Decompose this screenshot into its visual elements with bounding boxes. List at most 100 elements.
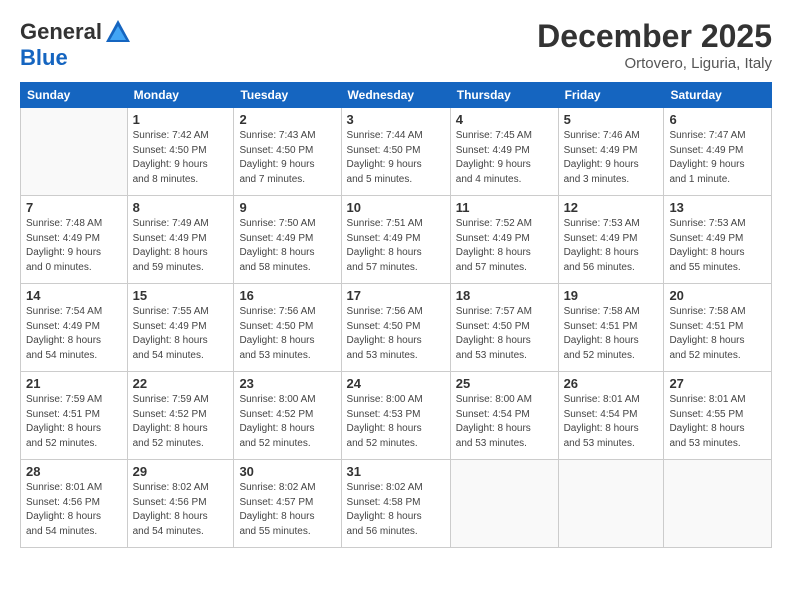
day-info: Sunrise: 8:00 AMSunset: 4:52 PMDaylight:… [239,393,335,451]
day-info: Sunrise: 7:43 AMSunset: 4:50 PMDaylight:… [239,129,335,187]
col-header-thursday: Thursday [450,83,558,108]
calendar-cell [558,460,664,548]
day-info: Sunrise: 7:45 AMSunset: 4:49 PMDaylight:… [456,129,553,187]
day-number: 9 [239,200,335,215]
day-number: 8 [133,200,229,215]
calendar-cell: 14Sunrise: 7:54 AMSunset: 4:49 PMDayligh… [21,284,128,372]
day-number: 25 [456,376,553,391]
title-block: December 2025 Ortovero, Liguria, Italy [537,18,772,72]
day-info: Sunrise: 7:47 AMSunset: 4:49 PMDaylight:… [669,129,766,187]
logo-icon [104,18,132,46]
day-info: Sunrise: 8:01 AMSunset: 4:54 PMDaylight:… [564,393,659,451]
day-number: 28 [26,464,122,479]
calendar-cell: 21 Sunrise: 7:59 AMSunset: 4:51 PMDayligh… [21,372,128,460]
calendar-cell: 25 Sunrise: 8:00 AMSunset: 4:54 PMDayligh… [450,372,558,460]
calendar-cell: 15Sunrise: 7:55 AMSunset: 4:49 PMDayligh… [127,284,234,372]
day-number: 20 [669,288,766,303]
day-number: 21 [26,376,122,391]
calendar-week-row: 14Sunrise: 7:54 AMSunset: 4:49 PMDayligh… [21,284,772,372]
calendar-cell: 5 Sunrise: 7:46 AMSunset: 4:49 PMDaylight… [558,108,664,196]
month-title: December 2025 [537,18,772,55]
calendar-cell: 11Sunrise: 7:52 AMSunset: 4:49 PMDayligh… [450,196,558,284]
calendar-cell: 1 Sunrise: 7:42 AMSunset: 4:50 PMDaylight… [127,108,234,196]
day-info: Sunrise: 7:42 AMSunset: 4:50 PMDaylight:… [133,129,229,187]
day-info: Sunrise: 8:02 AMSunset: 4:57 PMDaylight:… [239,481,335,539]
calendar-cell: 27Sunrise: 8:01 AMSunset: 4:55 PMDayligh… [664,372,772,460]
calendar-week-row: 21 Sunrise: 7:59 AMSunset: 4:51 PMDayligh… [21,372,772,460]
calendar-cell: 7 Sunrise: 7:48 AMSunset: 4:49 PMDaylight… [21,196,128,284]
day-info: Sunrise: 7:48 AMSunset: 4:49 PMDaylight:… [26,217,122,275]
calendar-cell: 22 Sunrise: 7:59 AMSunset: 4:52 PMDayligh… [127,372,234,460]
header: General Blue December 2025 Ortovero, Lig… [20,18,772,72]
calendar-cell: 17Sunrise: 7:56 AMSunset: 4:50 PMDayligh… [341,284,450,372]
location: Ortovero, Liguria, Italy [537,55,772,72]
calendar-cell: 18Sunrise: 7:57 AMSunset: 4:50 PMDayligh… [450,284,558,372]
day-number: 26 [564,376,659,391]
day-number: 5 [564,112,659,127]
day-number: 1 [133,112,229,127]
calendar-cell: 4 Sunrise: 7:45 AMSunset: 4:49 PMDaylight… [450,108,558,196]
day-number: 22 [133,376,229,391]
day-number: 17 [347,288,445,303]
logo-blue-text: Blue [20,45,68,70]
day-number: 27 [669,376,766,391]
calendar-cell [450,460,558,548]
calendar-header-row: SundayMondayTuesdayWednesdayThursdayFrid… [21,83,772,108]
calendar-cell: 2 Sunrise: 7:43 AMSunset: 4:50 PMDaylight… [234,108,341,196]
col-header-wednesday: Wednesday [341,83,450,108]
day-info: Sunrise: 7:46 AMSunset: 4:49 PMDaylight:… [564,129,659,187]
calendar-cell: 19Sunrise: 7:58 AMSunset: 4:51 PMDayligh… [558,284,664,372]
col-header-monday: Monday [127,83,234,108]
day-info: Sunrise: 7:58 AMSunset: 4:51 PMDaylight:… [669,305,766,363]
day-info: Sunrise: 7:53 AMSunset: 4:49 PMDaylight:… [564,217,659,275]
day-number: 29 [133,464,229,479]
day-number: 3 [347,112,445,127]
day-info: Sunrise: 7:52 AMSunset: 4:49 PMDaylight:… [456,217,553,275]
col-header-tuesday: Tuesday [234,83,341,108]
calendar-cell: 10 Sunrise: 7:51 AMSunset: 4:49 PMDayligh… [341,196,450,284]
day-info: Sunrise: 8:00 AMSunset: 4:54 PMDaylight:… [456,393,553,451]
day-number: 19 [564,288,659,303]
calendar-cell: 9 Sunrise: 7:50 AMSunset: 4:49 PMDaylight… [234,196,341,284]
day-info: Sunrise: 8:00 AMSunset: 4:53 PMDaylight:… [347,393,445,451]
day-info: Sunrise: 7:44 AMSunset: 4:50 PMDaylight:… [347,129,445,187]
calendar-cell: 16 Sunrise: 7:56 AMSunset: 4:50 PMDayligh… [234,284,341,372]
calendar-cell: 3 Sunrise: 7:44 AMSunset: 4:50 PMDaylight… [341,108,450,196]
day-info: Sunrise: 7:59 AMSunset: 4:52 PMDaylight:… [133,393,229,451]
calendar-cell: 13 Sunrise: 7:53 AMSunset: 4:49 PMDayligh… [664,196,772,284]
day-info: Sunrise: 7:56 AMSunset: 4:50 PMDaylight:… [239,305,335,363]
day-info: Sunrise: 7:59 AMSunset: 4:51 PMDaylight:… [26,393,122,451]
day-info: Sunrise: 8:02 AMSunset: 4:56 PMDaylight:… [133,481,229,539]
day-info: Sunrise: 7:51 AMSunset: 4:49 PMDaylight:… [347,217,445,275]
day-number: 13 [669,200,766,215]
day-number: 10 [347,200,445,215]
logo-general-text: General [20,20,102,44]
calendar-week-row: 28 Sunrise: 8:01 AMSunset: 4:56 PMDayligh… [21,460,772,548]
day-number: 7 [26,200,122,215]
day-info: Sunrise: 7:57 AMSunset: 4:50 PMDaylight:… [456,305,553,363]
day-number: 14 [26,288,122,303]
day-number: 2 [239,112,335,127]
day-number: 16 [239,288,335,303]
day-number: 24 [347,376,445,391]
calendar-cell: 30Sunrise: 8:02 AMSunset: 4:57 PMDayligh… [234,460,341,548]
calendar-cell: 8Sunrise: 7:49 AMSunset: 4:49 PMDaylight… [127,196,234,284]
day-number: 4 [456,112,553,127]
day-number: 15 [133,288,229,303]
day-number: 31 [347,464,445,479]
logo: General Blue [20,18,132,70]
day-info: Sunrise: 7:50 AMSunset: 4:49 PMDaylight:… [239,217,335,275]
day-info: Sunrise: 7:53 AMSunset: 4:49 PMDaylight:… [669,217,766,275]
calendar-week-row: 1 Sunrise: 7:42 AMSunset: 4:50 PMDaylight… [21,108,772,196]
col-header-sunday: Sunday [21,83,128,108]
calendar-cell: 29 Sunrise: 8:02 AMSunset: 4:56 PMDayligh… [127,460,234,548]
calendar-cell: 31Sunrise: 8:02 AMSunset: 4:58 PMDayligh… [341,460,450,548]
col-header-saturday: Saturday [664,83,772,108]
day-number: 23 [239,376,335,391]
calendar-cell [664,460,772,548]
day-number: 12 [564,200,659,215]
day-info: Sunrise: 8:01 AMSunset: 4:56 PMDaylight:… [26,481,122,539]
calendar-table: SundayMondayTuesdayWednesdayThursdayFrid… [20,82,772,548]
calendar-cell: 28 Sunrise: 8:01 AMSunset: 4:56 PMDayligh… [21,460,128,548]
calendar-cell [21,108,128,196]
